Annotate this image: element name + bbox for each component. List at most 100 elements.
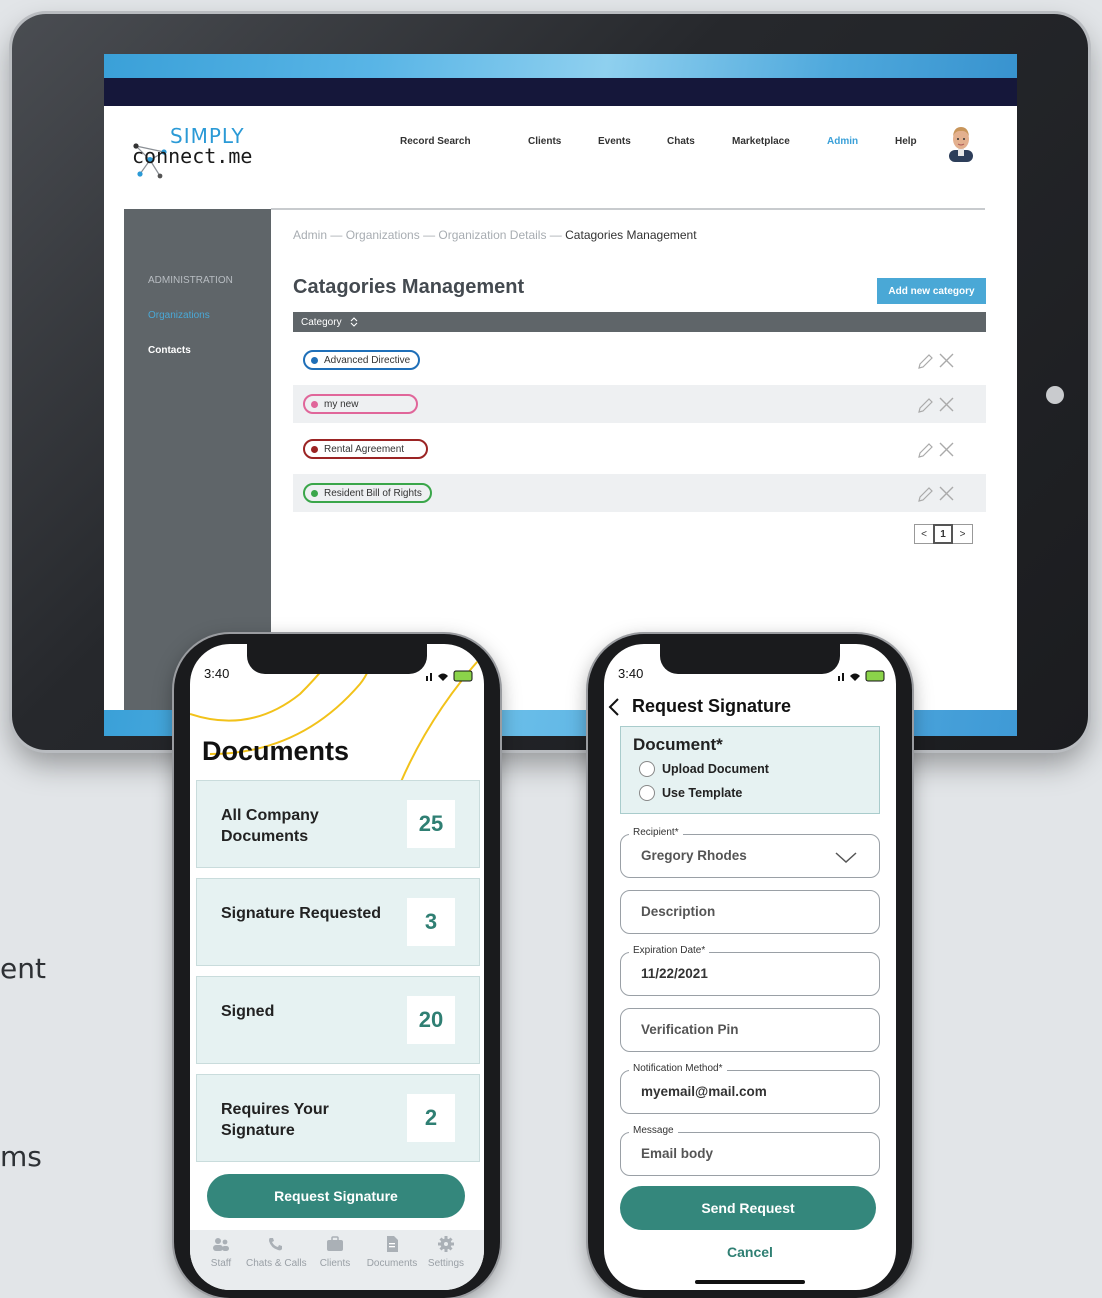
nav-admin[interactable]: Admin [827, 136, 858, 147]
field-label: Notification Method* [629, 1063, 727, 1074]
delete-icon[interactable] [939, 353, 954, 368]
category-label: Resident Bill of Rights [324, 487, 422, 499]
category-pill[interactable]: Resident Bill of Rights [303, 483, 432, 503]
document-label: Document* [633, 735, 723, 754]
home-indicator [695, 1280, 805, 1284]
option-label: Upload Document [662, 762, 769, 776]
category-pill[interactable]: Advanced Directive [303, 350, 421, 370]
category-pill[interactable]: my new [303, 394, 419, 414]
cancel-link[interactable]: Cancel [604, 1244, 896, 1260]
delete-icon[interactable] [939, 486, 954, 501]
signed-card[interactable]: Signed 20 [196, 976, 480, 1064]
document-icon [387, 1236, 398, 1252]
chevron-down-icon[interactable] [835, 852, 857, 864]
top-decoration-bar [104, 54, 1017, 78]
option-label: Use Template [662, 786, 743, 800]
row-actions [918, 442, 954, 458]
tab-clients[interactable]: Clients [305, 1236, 365, 1269]
phone-notch [247, 644, 427, 674]
radio-button[interactable] [639, 785, 655, 801]
nav-record-search[interactable]: Record Search [400, 136, 471, 147]
card-label: All Company Documents [221, 807, 319, 845]
tablet-camera [1046, 386, 1064, 404]
message-field[interactable]: Message Email body [620, 1125, 880, 1176]
delete-icon[interactable] [939, 397, 954, 412]
category-color-dot [311, 400, 318, 408]
recipient-select[interactable]: Recipient* Gregory Rhodes [620, 827, 880, 878]
category-color-dot [311, 489, 318, 497]
logo[interactable]: SIMPLY connect.me [130, 122, 290, 182]
nav-chats[interactable]: Chats [667, 136, 695, 147]
phone-notch [660, 644, 840, 674]
status-time: 3:40 [618, 666, 644, 681]
signature-requested-card[interactable]: Signature Requested 3 [196, 878, 480, 966]
breadcrumb: Admin — Organizations — Organization Det… [293, 228, 697, 242]
category-column-header: Category [301, 316, 342, 328]
logo-wordmark-bottom: connect.me [132, 144, 253, 168]
sidebar-item-contacts[interactable]: Contacts [148, 345, 191, 356]
card-count: 2 [407, 1094, 455, 1142]
send-request-button[interactable]: Send Request [620, 1186, 876, 1230]
use-template-option[interactable]: Use Template [639, 785, 742, 801]
category-label: my new [324, 398, 359, 410]
delete-icon[interactable] [939, 442, 954, 457]
document-source-group: Document* Upload Document Use Template [620, 726, 880, 814]
user-avatar[interactable] [946, 122, 976, 162]
tab-staff[interactable]: Staff [191, 1236, 251, 1269]
verification-pin-field[interactable]: Verification Pin [620, 1008, 880, 1052]
breadcrumb-separator: — [327, 228, 346, 242]
breadcrumb-current: Catagories Management [565, 228, 697, 242]
status-icons [426, 670, 473, 682]
tab-settings[interactable]: Settings [416, 1236, 476, 1269]
tablet-device: SIMPLY connect.me Record Search Clients … [12, 14, 1088, 750]
radio-button[interactable] [639, 761, 655, 777]
nav-help[interactable]: Help [895, 136, 917, 147]
sort-icon[interactable] [348, 316, 360, 328]
description-field[interactable]: Description [620, 890, 880, 934]
upload-document-option[interactable]: Upload Document [639, 761, 769, 777]
request-signature-screen: 3:40 Request Signature Document* Upload … [604, 644, 896, 1290]
card-count: 20 [407, 996, 455, 1044]
breadcrumb-separator: — [546, 228, 566, 242]
breadcrumb-admin[interactable]: Admin [293, 228, 327, 242]
expiration-date-field[interactable]: Expiration Date* 11/22/2021 [620, 945, 880, 996]
all-company-documents-card[interactable]: All Company Documents 25 [196, 780, 480, 868]
pager-prev-button[interactable]: < [914, 524, 934, 544]
documents-title: Documents [202, 736, 350, 766]
table-header[interactable]: Category [293, 312, 986, 332]
edit-icon[interactable] [918, 487, 933, 502]
nav-marketplace[interactable]: Marketplace [732, 136, 790, 147]
field-label: Recipient* [629, 827, 683, 838]
nav-clients[interactable]: Clients [528, 136, 561, 147]
table-row: Resident Bill of Rights [293, 474, 986, 512]
edit-icon[interactable] [918, 354, 933, 369]
request-signature-button[interactable]: Request Signature [207, 1174, 465, 1218]
field-value: Gregory Rhodes [641, 848, 747, 863]
tab-label: Chats & Calls [246, 1258, 307, 1269]
field-value: myemail@mail.com [641, 1084, 767, 1099]
pagination: < 1 > [914, 524, 973, 544]
tab-label: Clients [319, 1258, 351, 1269]
notification-method-field[interactable]: Notification Method* myemail@mail.com [620, 1063, 880, 1114]
requires-your-signature-card[interactable]: Requires Your Signature 2 [196, 1074, 480, 1162]
field-label: Expiration Date* [629, 945, 710, 956]
tab-chats-calls[interactable]: Chats & Calls [246, 1236, 307, 1269]
breadcrumb-organizations[interactable]: Organizations [346, 228, 420, 242]
sidebar-item-organizations[interactable]: Organizations [148, 310, 210, 321]
briefcase-icon [327, 1236, 343, 1251]
pager-page-1[interactable]: 1 [933, 524, 953, 544]
breadcrumb-organization-details[interactable]: Organization Details [438, 228, 546, 242]
nav-events[interactable]: Events [598, 136, 631, 147]
category-label: Advanced Directive [324, 354, 411, 366]
edit-icon[interactable] [918, 443, 933, 458]
tab-label: Documents [366, 1258, 418, 1269]
add-category-button[interactable]: Add new category [877, 278, 986, 304]
phone-documents: 3:40 Documents All Company Documents 25 … [174, 634, 500, 1298]
edit-icon[interactable] [918, 398, 933, 413]
tab-documents[interactable]: Documents [362, 1236, 422, 1269]
pager-next-button[interactable]: > [953, 524, 973, 544]
row-actions [918, 353, 954, 369]
category-pill[interactable]: Rental Agreement [303, 439, 429, 459]
request-signature-title: Request Signature [632, 696, 792, 716]
back-chevron-icon[interactable] [608, 698, 620, 716]
